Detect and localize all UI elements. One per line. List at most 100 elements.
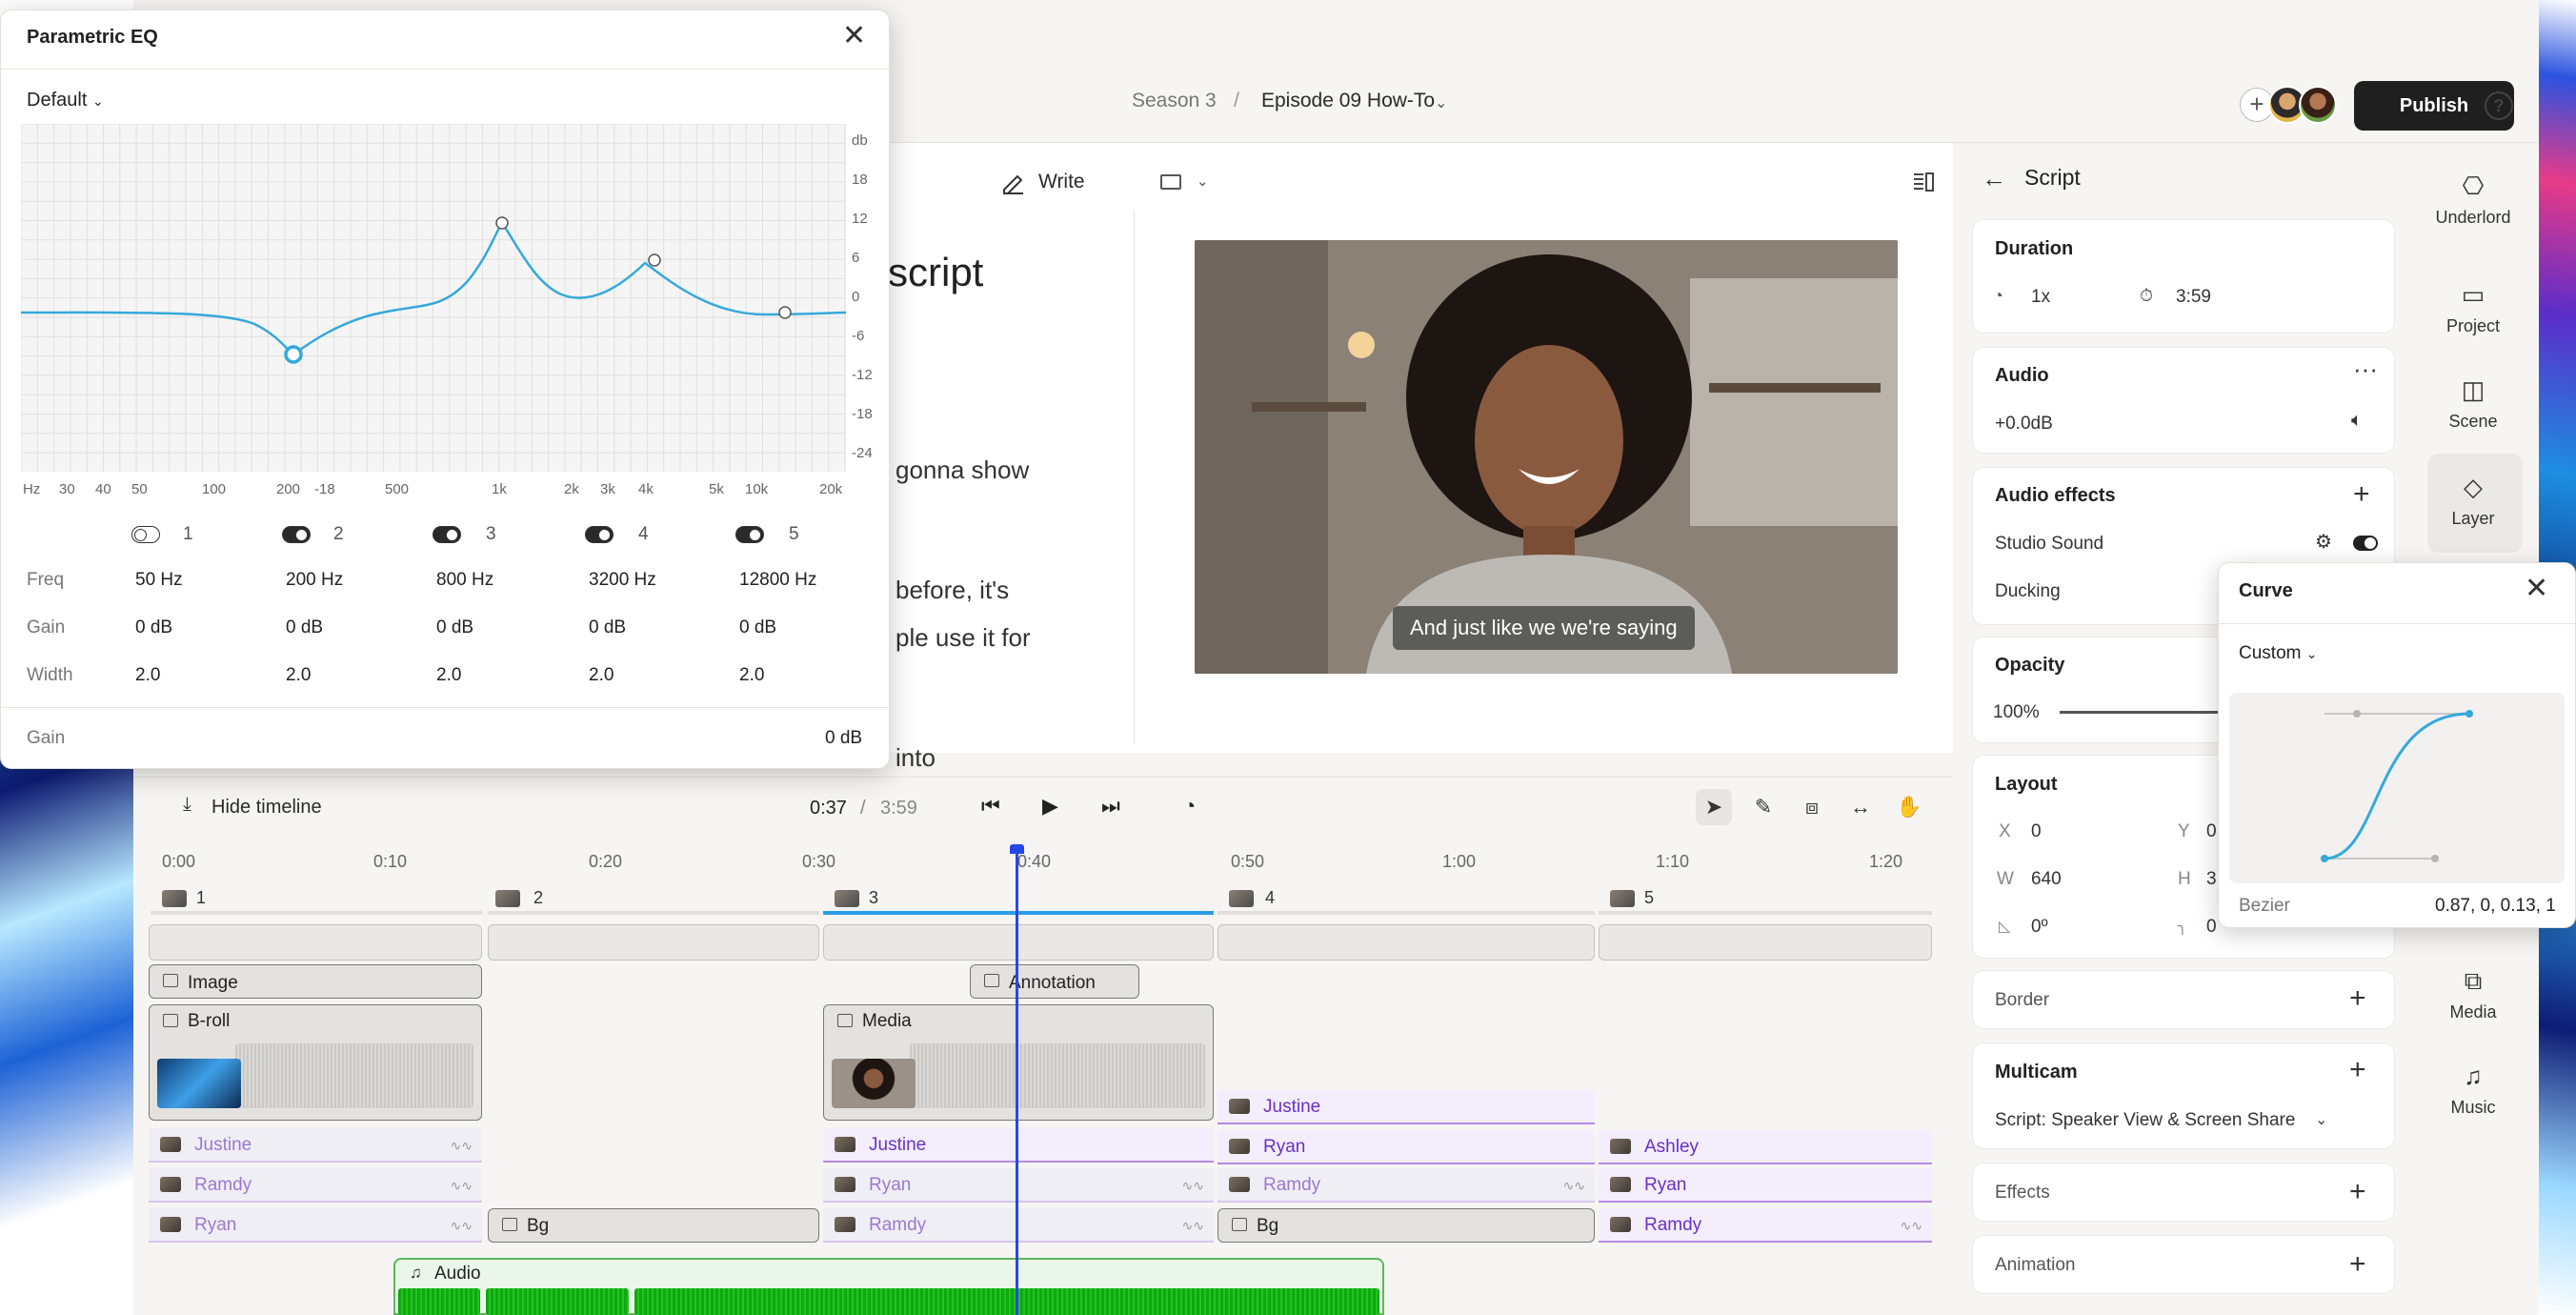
sliders-icon[interactable]: ⚙︎ (2315, 530, 2332, 554)
empty-track[interactable] (488, 924, 819, 961)
band-1-freq[interactable]: 50 Hz (135, 570, 183, 591)
add-audio-effect-icon[interactable]: + (2353, 480, 2370, 509)
chevron-down-icon[interactable]: ⌄ (1435, 93, 1447, 112)
empty-track[interactable] (149, 924, 482, 961)
eq-band-handle[interactable] (495, 216, 509, 230)
image-clip[interactable]: Image (149, 964, 482, 999)
add-border-icon[interactable]: + (2349, 984, 2366, 1013)
script-line[interactable]: into (896, 743, 936, 773)
script-line[interactable]: before, it's (896, 576, 1009, 605)
studio-sound-toggle[interactable] (2353, 536, 2378, 551)
rail-item-scene[interactable]: ◫ Scene (2427, 375, 2519, 432)
scene-number[interactable]: 3 (869, 888, 878, 908)
back-arrow-icon[interactable]: ← (1982, 164, 2006, 193)
track-ramdy[interactable]: Ramdy ∿∿ (1599, 1208, 1932, 1243)
y-value[interactable]: 0 (2206, 821, 2217, 842)
playhead-handle[interactable] (1010, 844, 1024, 854)
breadcrumb-episode[interactable]: Episode 09 How-To (1261, 90, 1435, 112)
add-animation-icon[interactable]: + (2349, 1250, 2366, 1279)
breadcrumb-season[interactable]: Season 3 (1132, 90, 1217, 112)
band-2-width[interactable]: 2.0 (286, 665, 311, 686)
pen-tool-icon[interactable]: ✎ (1745, 789, 1781, 825)
speed-value[interactable]: 1x (2031, 287, 2050, 308)
eq-graph[interactable] (21, 124, 846, 472)
aspect-ratio-icon[interactable] (1160, 174, 1181, 190)
band-5-toggle[interactable] (735, 526, 764, 543)
bg-clip[interactable]: Bg (488, 1208, 819, 1243)
curve-preset-select[interactable]: Custom ⌄ (2239, 643, 2317, 664)
pen-icon[interactable] (998, 168, 1027, 196)
band-5-freq[interactable]: 12800 Hz (739, 570, 816, 591)
speaker-icon[interactable]: 🔈︎ (2351, 410, 2363, 432)
track-ryan[interactable]: Ryan (1599, 1168, 1932, 1203)
w-value[interactable]: 640 (2031, 869, 2062, 890)
track-ramdy[interactable]: Ramdy ∿∿ (149, 1168, 482, 1203)
close-icon[interactable]: ✕ (842, 22, 866, 51)
bezier-values[interactable]: 0.87, 0, 0.13, 1 (2435, 896, 2556, 917)
track-ryan[interactable]: Ryan ∿∿ (823, 1168, 1214, 1203)
select-tool-icon[interactable]: ➤ (1696, 789, 1732, 825)
track-justine[interactable]: Justine (1218, 1090, 1595, 1124)
play-icon[interactable]: ▶ (1042, 794, 1058, 819)
add-multicam-icon[interactable]: + (2349, 1056, 2366, 1084)
hand-tool-icon[interactable]: ✋ (1891, 789, 1927, 825)
band-3-width[interactable]: 2.0 (436, 665, 461, 686)
h-value[interactable]: 3 (2206, 869, 2217, 890)
eq-preset-select[interactable]: Default ⌄ (27, 90, 104, 111)
rail-item-layer[interactable]: ◇ Layer (2427, 473, 2519, 529)
band-4-freq[interactable]: 3200 Hz (589, 570, 656, 591)
close-icon[interactable]: ✕ (2525, 575, 2548, 603)
audio-gain[interactable]: +0.0dB (1995, 414, 2053, 435)
track-ashley[interactable]: Ashley (1599, 1130, 1932, 1164)
avatar[interactable] (2299, 86, 2337, 124)
band-1-gain[interactable]: 0 dB (135, 617, 172, 638)
help-icon[interactable]: ? (2485, 91, 2513, 120)
effect-studio-sound[interactable]: Studio Sound (1995, 534, 2103, 555)
band-4-width[interactable]: 2.0 (589, 665, 614, 686)
eq-band-handle[interactable] (648, 253, 661, 267)
annotation-clip[interactable]: Annotation (970, 964, 1139, 999)
band-2-toggle[interactable] (282, 526, 311, 543)
eq-band-handle-selected[interactable] (284, 345, 303, 364)
opacity-value[interactable]: 100% (1993, 702, 2040, 723)
more-icon[interactable]: ··· (2353, 354, 2378, 384)
chevron-down-icon[interactable]: ⌄ (2315, 1110, 2327, 1129)
scene-number[interactable]: 5 (1644, 888, 1654, 908)
scene-number[interactable]: 4 (1265, 888, 1275, 908)
track-ryan[interactable]: Ryan (1218, 1130, 1595, 1164)
eq-band-handle[interactable] (778, 306, 792, 319)
track-ryan[interactable]: Ryan ∿∿ (149, 1208, 482, 1243)
opacity-slider[interactable] (2060, 711, 2222, 714)
band-5-width[interactable]: 2.0 (739, 665, 764, 686)
speed-icon[interactable]: ◔ (1183, 794, 1196, 819)
rail-item-underlord[interactable]: ⎔ Underlord (2427, 172, 2519, 228)
rail-item-media[interactable]: ⧉ Media (2427, 966, 2519, 1022)
band-1-width[interactable]: 2.0 (135, 665, 160, 686)
band-2-freq[interactable]: 200 Hz (286, 570, 343, 591)
band-3-toggle[interactable] (433, 526, 461, 543)
band-4-gain[interactable]: 0 dB (589, 617, 626, 638)
stretch-tool-icon[interactable]: ↔ (1842, 789, 1879, 825)
duration-value[interactable]: 3:59 (2176, 287, 2211, 308)
panel-toggle-icon[interactable] (1911, 170, 1936, 194)
band-5-gain[interactable]: 0 dB (739, 617, 776, 638)
band-3-gain[interactable]: 0 dB (436, 617, 473, 638)
rotation-value[interactable]: 0º (2031, 917, 2048, 938)
band-4-toggle[interactable] (585, 526, 614, 543)
track-ramdy[interactable]: Ramdy ∿∿ (823, 1208, 1214, 1243)
empty-track[interactable] (1599, 924, 1932, 961)
bezier-editor[interactable] (2229, 693, 2565, 883)
b-roll-clip[interactable]: B-roll (149, 1004, 482, 1121)
corner-radius-value[interactable]: 0 (2206, 917, 2217, 938)
rail-item-music[interactable]: ♫ Music (2427, 1062, 2519, 1118)
track-ramdy[interactable]: Ramdy ∿∿ (1218, 1168, 1595, 1203)
skip-back-icon[interactable]: ⏮︎ (981, 794, 1000, 819)
caption-overlay[interactable]: And just like we we're saying (1393, 606, 1695, 650)
bg-clip[interactable]: Bg (1218, 1208, 1595, 1243)
script-line[interactable]: ple use it for (896, 623, 1031, 653)
collapse-icon[interactable]: ⤓ (183, 794, 191, 816)
chevron-down-icon[interactable]: ⌄ (1197, 172, 1209, 190)
playhead[interactable] (1016, 846, 1018, 1315)
scene-number[interactable]: 2 (533, 888, 543, 908)
empty-track[interactable] (1218, 924, 1595, 961)
